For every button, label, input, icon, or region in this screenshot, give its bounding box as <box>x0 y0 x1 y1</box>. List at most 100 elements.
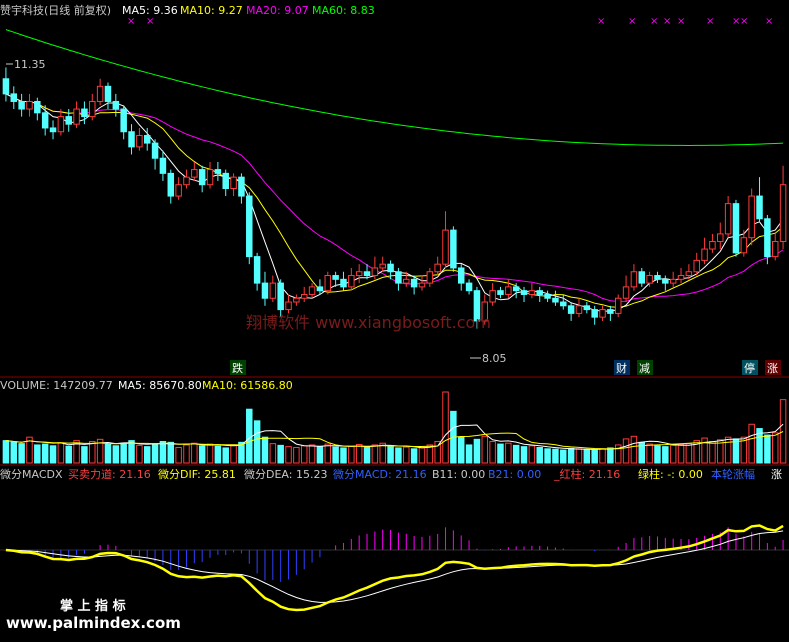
candle-body <box>277 282 284 311</box>
volume-ma10-label: MA10: 61586.80 <box>202 379 293 392</box>
volume-bar <box>198 445 206 464</box>
volume-bar <box>316 446 324 464</box>
volume-bar <box>277 444 284 464</box>
candle-body <box>395 271 402 284</box>
candle-body <box>646 275 653 284</box>
candle-body <box>732 203 740 254</box>
volume-bar <box>348 445 355 464</box>
candle-body <box>34 100 41 114</box>
candle-body <box>748 195 755 239</box>
signal-label: 本轮涨幅 <box>711 467 755 481</box>
candle-body <box>512 286 520 292</box>
volume-bar <box>308 444 316 464</box>
volume-bar <box>748 423 755 464</box>
volume-bar <box>246 408 253 464</box>
volume-bar <box>324 443 332 464</box>
candle-body <box>261 282 269 299</box>
volume-bar <box>261 436 269 464</box>
volume-bar <box>214 445 222 464</box>
candle-body <box>112 100 120 110</box>
top-signal-mark: × <box>127 16 135 27</box>
volume-bar <box>222 447 229 464</box>
marker-jian[interactable]: 减 <box>639 362 650 375</box>
candle-body <box>222 172 229 189</box>
candle-body <box>599 309 606 318</box>
high-price-label: 11.35 <box>14 58 46 71</box>
candle-body <box>308 286 316 295</box>
volume-bar <box>387 446 394 464</box>
candle-body <box>410 278 418 288</box>
candle-body <box>622 286 630 299</box>
volume-bar <box>120 442 127 464</box>
candle-body <box>654 275 661 280</box>
volume-bar <box>2 440 10 464</box>
volume-bar <box>607 447 614 464</box>
candle-body <box>677 275 685 280</box>
candle-body <box>387 263 394 273</box>
marker-die[interactable]: 跌 <box>232 361 243 375</box>
candle-body <box>450 229 457 269</box>
candle-body <box>520 290 528 295</box>
top-signal-mark: × <box>628 16 636 27</box>
candle-body <box>183 176 190 186</box>
ma60-label: MA60: 8.83 <box>312 4 375 17</box>
candle-body <box>285 301 292 311</box>
volume-bar <box>18 443 25 464</box>
candle-body <box>371 267 379 277</box>
volume-bar <box>544 448 551 464</box>
volume-bar <box>355 443 363 464</box>
volume-bar <box>646 443 653 464</box>
candle-body <box>528 290 536 295</box>
volume-bar <box>732 438 740 464</box>
candle-body <box>18 100 25 110</box>
volume-bar <box>591 449 598 464</box>
candle-body <box>567 305 575 314</box>
volume-bar <box>112 445 120 464</box>
volume-bar <box>473 438 481 464</box>
marker-cai[interactable]: 财 <box>616 361 627 375</box>
volume-bar <box>175 447 182 464</box>
volume-bar <box>779 399 787 464</box>
candle-body <box>2 78 10 95</box>
macd-label: 微分MACD: 21.16 <box>333 467 427 481</box>
volume-bar <box>57 442 65 464</box>
green-bar-label: 绿柱: -: 0.00 <box>638 467 703 481</box>
candle-body <box>669 278 677 284</box>
volume-bar <box>285 446 292 464</box>
candle-body <box>355 271 363 277</box>
volume-bar <box>505 442 512 464</box>
volume-bar <box>457 436 465 464</box>
volume-bar <box>583 449 591 464</box>
candle-body <box>426 271 434 284</box>
volume-bar <box>418 447 426 464</box>
candle-body <box>740 237 748 254</box>
top-signal-mark: × <box>146 16 154 27</box>
watermark: 翔博软件 www.xiangbosoft.com <box>246 313 491 332</box>
candle-body <box>756 195 763 220</box>
stock-chart[interactable]: 赞宇科技(日线 前复权) MA5: 9.36 MA10: 9.27 MA20: … <box>0 0 789 642</box>
candle-body <box>544 293 551 299</box>
candle-body <box>26 100 33 110</box>
volume-bar <box>442 391 449 464</box>
volume-bar <box>709 440 716 464</box>
top-signal-mark: × <box>677 16 685 27</box>
macd-indicator-name: 微分MACDX <box>0 467 63 481</box>
volume-bar <box>89 440 96 464</box>
volume-bar <box>669 444 677 464</box>
candle-body <box>49 127 57 133</box>
candle-body <box>324 275 332 292</box>
candle-body <box>497 290 504 295</box>
stock-title: 赞宇科技(日线 前复权) <box>0 3 111 17</box>
marker-ting[interactable]: 停 <box>744 361 755 375</box>
marker-zhang[interactable]: 涨 <box>767 362 778 375</box>
volume-bar <box>300 445 308 464</box>
volume-bar <box>332 446 339 464</box>
candle-body <box>206 169 214 186</box>
candle-body <box>779 184 787 242</box>
candle-body <box>120 108 127 133</box>
volume-bar <box>764 434 771 464</box>
candle-body <box>614 297 622 314</box>
top-signal-mark: × <box>650 16 658 27</box>
volume-bar <box>159 440 167 464</box>
footer-url[interactable]: www.palmindex.com <box>6 614 181 632</box>
